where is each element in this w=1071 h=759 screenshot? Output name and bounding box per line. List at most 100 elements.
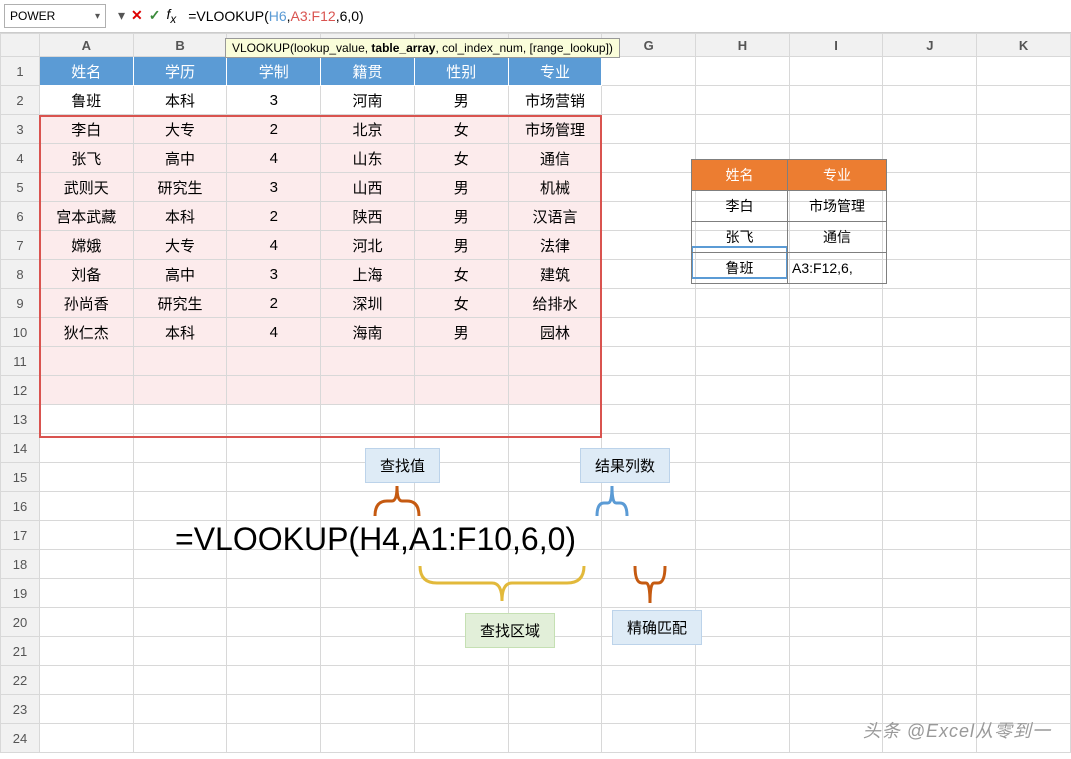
cell[interactable]: 女	[414, 260, 508, 289]
cell[interactable]	[39, 724, 133, 753]
cell[interactable]	[414, 405, 508, 434]
cell[interactable]	[39, 492, 133, 521]
cell[interactable]: 4	[227, 318, 321, 347]
row-header[interactable]: 23	[1, 695, 40, 724]
cell[interactable]	[602, 666, 696, 695]
cell[interactable]	[789, 434, 883, 463]
cell[interactable]	[883, 318, 977, 347]
cell[interactable]	[977, 608, 1071, 637]
cell[interactable]	[227, 492, 321, 521]
cell[interactable]	[883, 202, 977, 231]
cell[interactable]	[133, 347, 227, 376]
cell[interactable]	[883, 260, 977, 289]
row-header[interactable]: 15	[1, 463, 40, 492]
cell[interactable]: 陕西	[321, 202, 415, 231]
row-header[interactable]: 21	[1, 637, 40, 666]
cell[interactable]: 汉语言	[508, 202, 602, 231]
cell[interactable]	[696, 637, 790, 666]
cell[interactable]	[977, 57, 1071, 86]
cell[interactable]	[39, 695, 133, 724]
chevron-down-icon[interactable]: ▾	[95, 11, 100, 22]
cell[interactable]	[883, 579, 977, 608]
cell[interactable]: 女	[414, 115, 508, 144]
select-all-corner[interactable]	[1, 34, 40, 57]
cell[interactable]	[602, 202, 696, 231]
cell[interactable]	[133, 637, 227, 666]
enter-icon[interactable]: ✓	[149, 7, 161, 24]
cell[interactable]	[977, 347, 1071, 376]
cell[interactable]	[696, 492, 790, 521]
cell[interactable]	[789, 86, 883, 115]
row-header[interactable]: 24	[1, 724, 40, 753]
cell[interactable]	[508, 405, 602, 434]
row-header[interactable]: 11	[1, 347, 40, 376]
row-header[interactable]: 20	[1, 608, 40, 637]
cell[interactable]	[321, 405, 415, 434]
row-header[interactable]: 6	[1, 202, 40, 231]
row-header[interactable]: 17	[1, 521, 40, 550]
cell[interactable]	[321, 666, 415, 695]
row-header[interactable]: 8	[1, 260, 40, 289]
cell[interactable]	[883, 666, 977, 695]
cell[interactable]	[977, 550, 1071, 579]
cell[interactable]	[39, 521, 133, 550]
side-cell[interactable]: 李白	[692, 191, 788, 222]
cell[interactable]: 女	[414, 289, 508, 318]
cell[interactable]	[602, 144, 696, 173]
cell[interactable]	[321, 637, 415, 666]
cell[interactable]	[39, 405, 133, 434]
cell[interactable]: 本科	[133, 202, 227, 231]
cell[interactable]	[321, 724, 415, 753]
cell[interactable]	[977, 173, 1071, 202]
cell[interactable]	[789, 115, 883, 144]
cell[interactable]	[414, 695, 508, 724]
cell[interactable]: 狄仁杰	[39, 318, 133, 347]
cell[interactable]	[321, 608, 415, 637]
cell[interactable]	[602, 173, 696, 202]
name-box[interactable]: POWER ▾	[4, 4, 106, 28]
cell[interactable]	[227, 376, 321, 405]
cell[interactable]: 2	[227, 115, 321, 144]
row-header[interactable]: 14	[1, 434, 40, 463]
cell[interactable]	[789, 550, 883, 579]
cell[interactable]	[696, 550, 790, 579]
cell[interactable]: 女	[414, 144, 508, 173]
cancel-icon[interactable]: ✕	[131, 7, 143, 24]
cell[interactable]: 武则天	[39, 173, 133, 202]
cell[interactable]: 4	[227, 231, 321, 260]
cell[interactable]: 籍贯	[321, 57, 415, 86]
cell[interactable]: 市场管理	[508, 115, 602, 144]
row-header[interactable]: 13	[1, 405, 40, 434]
cell[interactable]: 研究生	[133, 289, 227, 318]
cell[interactable]	[696, 521, 790, 550]
cell[interactable]: 3	[227, 260, 321, 289]
cell[interactable]	[883, 637, 977, 666]
cell[interactable]: 园林	[508, 318, 602, 347]
cell[interactable]: 嫦娥	[39, 231, 133, 260]
cell[interactable]	[508, 376, 602, 405]
cell[interactable]	[696, 347, 790, 376]
cell[interactable]	[789, 405, 883, 434]
cell[interactable]	[977, 260, 1071, 289]
cell[interactable]	[977, 202, 1071, 231]
cell[interactable]: 河北	[321, 231, 415, 260]
cell[interactable]: 鲁班	[39, 86, 133, 115]
cell[interactable]	[227, 666, 321, 695]
cell[interactable]: 宫本武藏	[39, 202, 133, 231]
cell[interactable]	[696, 434, 790, 463]
cell[interactable]	[977, 115, 1071, 144]
cell[interactable]	[602, 695, 696, 724]
cell[interactable]	[414, 347, 508, 376]
cell[interactable]	[321, 347, 415, 376]
row-header[interactable]: 2	[1, 86, 40, 115]
cell[interactable]	[508, 666, 602, 695]
cell[interactable]	[39, 434, 133, 463]
cell[interactable]	[133, 434, 227, 463]
cell[interactable]	[133, 405, 227, 434]
row-header[interactable]: 1	[1, 57, 40, 86]
cell[interactable]	[977, 666, 1071, 695]
cell[interactable]	[789, 666, 883, 695]
cell[interactable]	[696, 57, 790, 86]
cell[interactable]	[696, 724, 790, 753]
cell[interactable]: 通信	[508, 144, 602, 173]
